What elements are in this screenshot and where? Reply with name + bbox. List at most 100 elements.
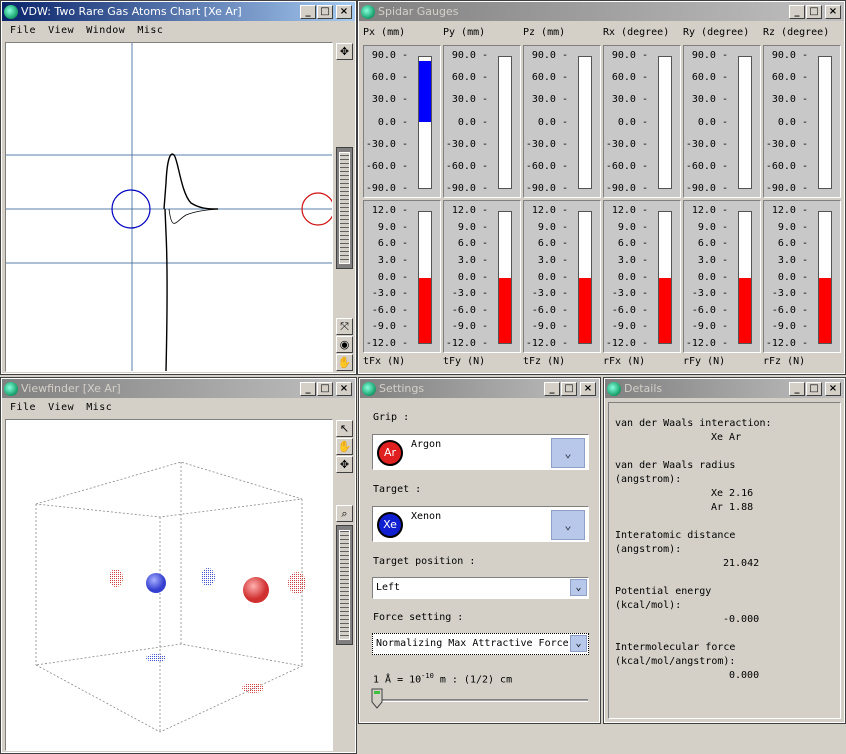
force-curve-lower (164, 208, 168, 372)
move-tool-button[interactable]: ✥ (336, 456, 353, 473)
scale-suffix: m : (1/2) cm (433, 674, 513, 686)
zoom-slider-thumb[interactable] (339, 530, 350, 640)
minimize-button[interactable]: _ (544, 381, 560, 396)
gauge-tick-label: -30.0 - (685, 138, 728, 150)
gauge-tick-label: -9.0 - (451, 321, 488, 333)
maximize-button[interactable]: □ (806, 4, 822, 19)
gauge-tick-label: -90.0 - (765, 183, 808, 194)
target-position-label: Target position : (373, 556, 476, 567)
gauges-title: Spidar Gauges (378, 5, 459, 18)
menu-file[interactable]: File (4, 402, 42, 413)
hand-tool-button[interactable]: ✋ (336, 354, 353, 371)
gauge-fill (659, 277, 671, 343)
gauge-tick-label: -90.0 - (365, 183, 408, 194)
close-button[interactable]: × (825, 381, 841, 396)
zoom-slider-thumb[interactable] (339, 152, 350, 264)
bottom-gauge: 12.0 - 9.0 - 6.0 - 3.0 - 0.0 - -3.0 - -6.0 - -9… (523, 200, 601, 353)
gauges-title-bar[interactable]: Spidar Gauges _ □ × (359, 2, 844, 21)
zoom-slider-track[interactable] (336, 525, 353, 645)
minimize-button[interactable]: _ (300, 381, 316, 396)
menu-misc[interactable]: Misc (80, 402, 118, 413)
grip-dropdown-button[interactable]: ⌄ (551, 438, 585, 468)
gauge-tick-label: -6.0 - (371, 304, 408, 316)
target-dropdown-button[interactable]: ⌄ (551, 510, 585, 540)
grip-selector[interactable]: Ar Argon ⌄ (372, 434, 589, 470)
menu-view[interactable]: View (42, 25, 80, 36)
zoom-slider-track[interactable] (336, 147, 353, 269)
zoom-tool-button[interactable]: ⌕ (336, 505, 353, 522)
argon-sphere[interactable] (243, 577, 269, 603)
target-name: Xenon (411, 511, 442, 522)
maximize-button[interactable]: □ (317, 381, 333, 396)
xenon-sphere[interactable] (146, 573, 166, 593)
xenon-shadow-back (109, 569, 123, 587)
settings-title-bar[interactable]: Settings _ □ × (360, 379, 599, 398)
gauge-bar (738, 211, 752, 344)
gauge-tick-label: 9.0 - (697, 221, 728, 233)
radius-xe-value: Xe 2.16 (711, 488, 754, 499)
viewfinder-menu-bar: File View Misc (2, 399, 355, 416)
menu-file[interactable]: File (4, 25, 42, 36)
close-button[interactable]: × (825, 4, 841, 19)
gauge-fill (499, 277, 511, 343)
collapse-tool-button[interactable]: ⤧ (336, 318, 353, 335)
bottom-label: rFy (N) (683, 356, 726, 367)
top-gauge: 90.0 - 60.0 - 30.0 - 0.0 - -30.0 - -60.0 - -90… (363, 45, 441, 198)
vdw-title-bar[interactable]: VDW: Two Rare Gas Atoms Chart [Xe Ar] _ … (2, 2, 355, 21)
minimize-button[interactable]: _ (789, 381, 805, 396)
menu-misc[interactable]: Misc (131, 25, 169, 36)
app-icon (4, 4, 18, 19)
minimize-button[interactable]: _ (789, 4, 805, 19)
bottom-label: tFz (N) (523, 356, 566, 367)
chevron-down-icon[interactable]: ⌄ (570, 579, 587, 596)
gauge-fill (819, 277, 831, 343)
gauge-tick-label: 3.0 - (377, 254, 408, 266)
gauge-tick-label: -9.0 - (371, 321, 408, 333)
viewfinder-title-bar[interactable]: Viewfinder [Xe Ar] _ □ × (2, 379, 355, 398)
details-window: Details _ □ × van der Waals interaction:… (603, 377, 846, 724)
vdw-chart-canvas[interactable] (5, 42, 335, 372)
grip-name: Argon (411, 439, 442, 450)
eye-tool-button[interactable]: ◉ (336, 336, 353, 353)
close-button[interactable]: × (336, 381, 352, 396)
gauge-tick-label: 0.0 - (457, 271, 488, 283)
argon-shadow-floor (242, 683, 264, 693)
force-setting-select[interactable]: Normalizing Max Attractive Force ⌄ (372, 633, 589, 655)
bottom-gauge: 12.0 - 9.0 - 6.0 - 3.0 - 0.0 - -3.0 - -6.0 - -9… (683, 200, 761, 353)
gauge-tick-label: 30.0 - (611, 94, 648, 106)
gauge-tick-label: -3.0 - (451, 288, 488, 300)
minimize-button[interactable]: _ (300, 4, 316, 19)
pointer-tool-button[interactable]: ↖ (336, 420, 353, 437)
target-selector[interactable]: Xe Xenon ⌄ (372, 506, 589, 542)
close-button[interactable]: × (336, 4, 352, 19)
gauge-tick-label: 9.0 - (617, 221, 648, 233)
target-label: Target : (373, 484, 422, 495)
maximize-button[interactable]: □ (806, 381, 822, 396)
scale-slider-track[interactable] (374, 699, 588, 702)
gauge-bar (658, 56, 672, 189)
details-title-bar[interactable]: Details _ □ × (605, 379, 844, 398)
app-icon (607, 381, 621, 396)
gauge-tick-label: -3.0 - (531, 288, 568, 300)
chevron-down-icon[interactable]: ⌄ (570, 635, 587, 652)
details-title: Details (624, 382, 663, 395)
gauge-tick-label: 60.0 - (371, 72, 408, 84)
gauge-tick-label: 30.0 - (371, 94, 408, 106)
gauge-tick-label: 6.0 - (377, 238, 408, 250)
menu-window[interactable]: Window (80, 25, 131, 36)
scale-prefix: 1 Å = 10 (373, 674, 422, 686)
scale-slider-thumb[interactable] (371, 688, 383, 709)
scale-label: 1 Å = 10-10 m : (1/2) cm (373, 672, 512, 685)
hand-tool-button[interactable]: ✋ (336, 438, 353, 455)
menu-view[interactable]: View (42, 402, 80, 413)
target-position-select[interactable]: Left ⌄ (372, 577, 589, 599)
gauge-tick-label: 0.0 - (697, 271, 728, 283)
maximize-button[interactable]: □ (317, 4, 333, 19)
close-button[interactable]: × (580, 381, 596, 396)
gauge-tick-label: 60.0 - (771, 72, 808, 84)
move-tool-button[interactable]: ✥ (336, 43, 353, 60)
gauge-bar (658, 211, 672, 344)
maximize-button[interactable]: □ (561, 381, 577, 396)
gauge-tick-label: -60.0 - (605, 160, 648, 172)
viewfinder-canvas[interactable] (5, 419, 333, 751)
